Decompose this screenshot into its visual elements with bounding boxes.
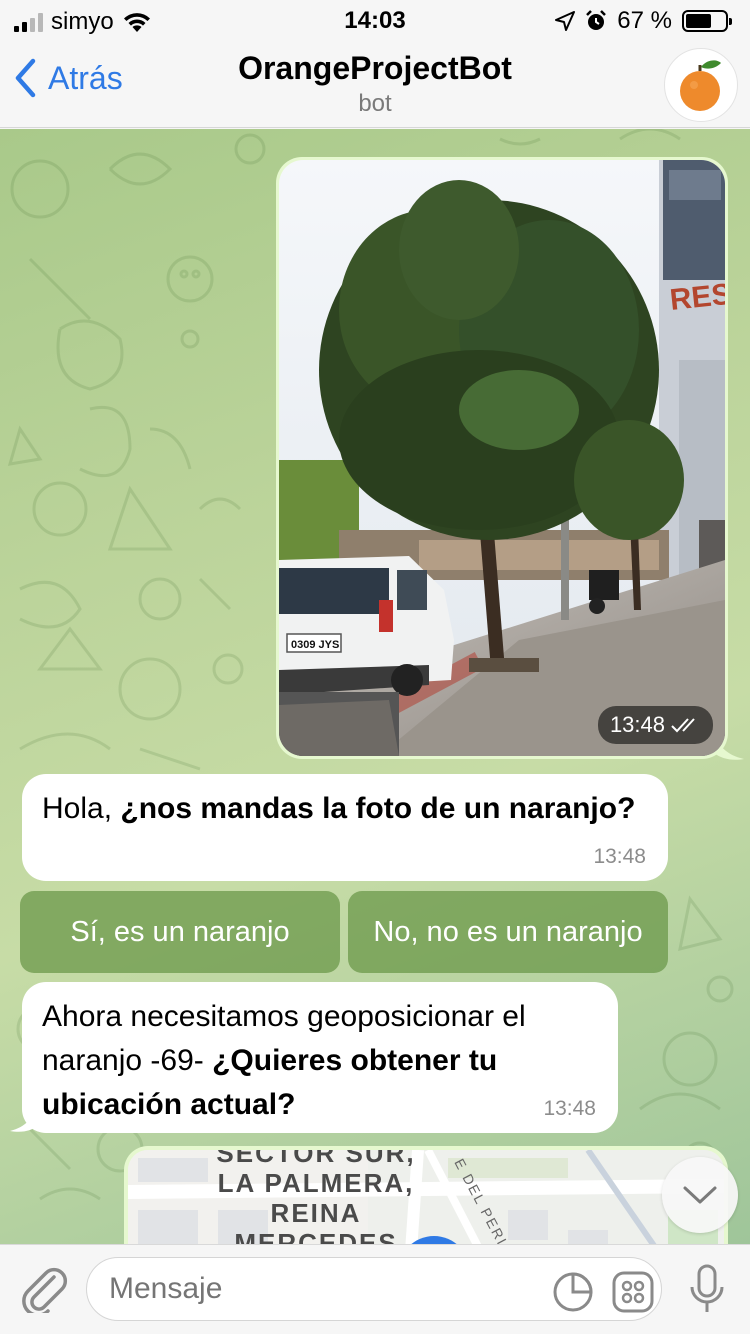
map-label: REINA xyxy=(271,1198,362,1228)
message-text: Hola, xyxy=(42,792,121,825)
message-timestamp: 13:48 xyxy=(593,845,646,868)
orange-tree-image: RESI 0309 JYS xyxy=(279,160,725,756)
building-sign: RESI xyxy=(668,277,725,317)
bot-message-greeting[interactable]: Hola, ¿nos mandas la foto de un naranjo?… xyxy=(22,774,668,881)
battery-percent: 67 % xyxy=(617,7,672,34)
map-image: SECTOR SUR, LA PALMERA, REINA MERCEDES E… xyxy=(128,1150,724,1244)
message-bold-text: ¿nos mandas la foto de un naranjo? xyxy=(120,792,636,825)
message-timestamp: 13:48 xyxy=(543,1097,596,1120)
location-map-message[interactable]: SECTOR SUR, LA PALMERA, REINA MERCEDES E… xyxy=(124,1146,728,1244)
chevron-down-icon xyxy=(683,1186,717,1204)
bot-avatar[interactable] xyxy=(664,48,738,122)
location-arrow-icon xyxy=(555,11,576,31)
message-composer xyxy=(0,1244,750,1334)
scroll-to-bottom-button[interactable] xyxy=(662,1157,738,1233)
double-check-icon xyxy=(671,718,695,733)
sticker-button[interactable] xyxy=(552,1271,594,1318)
attach-button[interactable] xyxy=(20,1263,68,1318)
map-label: SECTOR SUR, xyxy=(216,1150,415,1168)
bot-message-location[interactable]: Ahora necesitamos geoposicionar el naran… xyxy=(22,982,618,1133)
chat-title[interactable]: OrangeProjectBot xyxy=(0,50,750,87)
yes-orange-tree-button[interactable]: Sí, es un naranjo xyxy=(20,891,340,973)
map-preview[interactable]: SECTOR SUR, LA PALMERA, REINA MERCEDES E… xyxy=(128,1150,724,1244)
alarm-icon xyxy=(586,10,607,30)
no-button-label: No, no es un naranjo xyxy=(373,915,643,948)
sticker-icon xyxy=(553,1272,593,1312)
no-orange-tree-button[interactable]: No, no es un naranjo xyxy=(348,891,668,973)
chat-history[interactable]: RESI 0309 JYS 13:48 Hola, ¿nos mandas la… xyxy=(0,129,750,1244)
chat-header: Atrás OrangeProjectBot bot xyxy=(0,42,750,128)
license-plate: 0309 JYS xyxy=(291,639,339,651)
paperclip-icon xyxy=(22,1267,68,1317)
map-label: MERCEDES xyxy=(234,1228,397,1244)
orange-tree-photo[interactable]: RESI 0309 JYS 13:48 xyxy=(279,160,725,756)
photo-timestamp: 13:48 xyxy=(597,706,713,744)
status-bar: simyo 14:03 67 % xyxy=(0,0,750,42)
photo-message[interactable]: RESI 0309 JYS 13:48 xyxy=(276,157,728,759)
map-label: LA PALMERA, xyxy=(218,1168,415,1198)
microphone-icon xyxy=(690,1264,724,1312)
orange-icon xyxy=(680,60,721,111)
yes-button-label: Sí, es un naranjo xyxy=(70,915,290,948)
battery-icon xyxy=(682,10,732,32)
chat-subtitle: bot xyxy=(358,90,392,117)
commands-grid-icon xyxy=(612,1271,654,1313)
bot-commands-button[interactable] xyxy=(612,1271,654,1318)
voice-message-button[interactable] xyxy=(688,1263,726,1320)
